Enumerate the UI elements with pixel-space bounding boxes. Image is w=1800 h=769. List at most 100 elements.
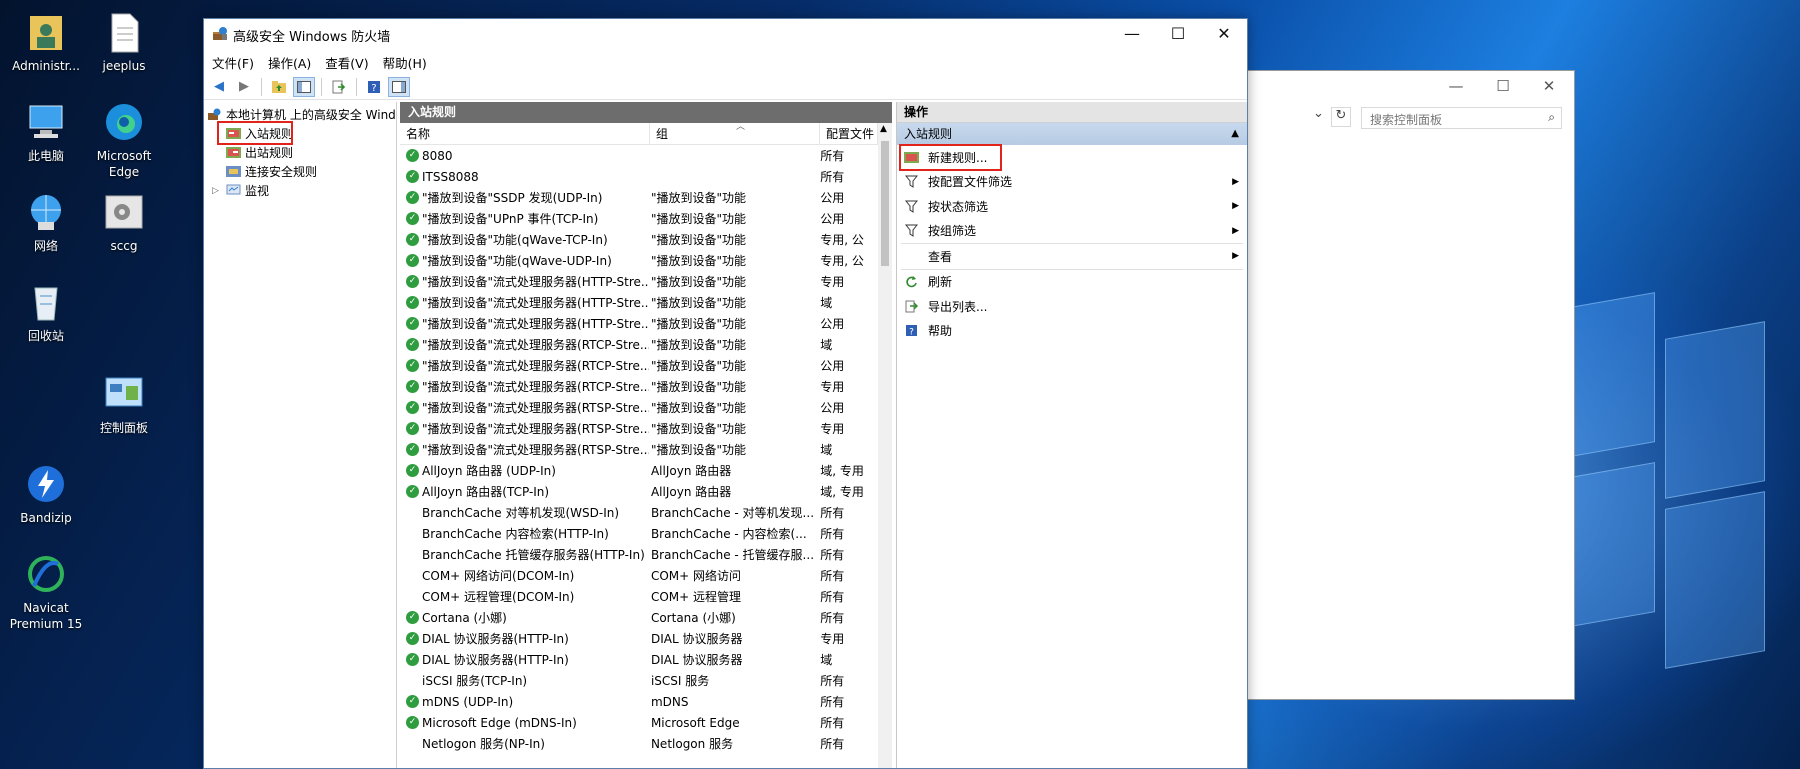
table-row[interactable]: ✓ "播放到设备"流式处理服务器(RTSP-Stre... "播放到设备"功能 公用 <box>400 397 878 418</box>
rule-profile: 域, 专用 <box>820 485 864 499</box>
chevron-down-icon[interactable]: ⌄ <box>1313 106 1324 121</box>
rule-profile: 所有 <box>820 611 845 625</box>
connection-security-icon <box>226 166 241 177</box>
column-header-profile[interactable]: 配置文件 <box>820 123 878 144</box>
table-row[interactable]: ✓ mDNS (UDP-In) mDNS 所有 <box>400 691 878 712</box>
show-hide-tree-icon[interactable] <box>293 76 315 97</box>
desktop-icon[interactable]: Administr... <box>5 10 87 74</box>
table-row[interactable]: ✓ 8080 所有 <box>400 145 878 166</box>
menu-action[interactable]: 操作(A) <box>268 53 311 72</box>
tree-item-outbound-rules[interactable]: 出站规则 <box>204 143 396 162</box>
help-icon[interactable]: ? <box>363 77 385 97</box>
table-row[interactable]: ✓ "播放到设备"流式处理服务器(RTCP-Stre... "播放到设备"功能 域 <box>400 334 878 355</box>
table-row[interactable]: ✓ "播放到设备"流式处理服务器(HTTP-Stre... "播放到设备"功能 域 <box>400 292 878 313</box>
desktop-icon[interactable]: 回收站 <box>5 280 87 344</box>
table-row[interactable]: ✓ Microsoft Edge (mDNS-In) Microsoft Edge 所… <box>400 712 878 733</box>
table-row[interactable]: ✓ "播放到设备"流式处理服务器(RTCP-Stre... "播放到设备"功能 专用 <box>400 376 878 397</box>
table-row[interactable]: ✓ AllJoyn 路由器(TCP-In) AllJoyn 路由器 域, 专用 <box>400 481 878 502</box>
firewall-window[interactable]: 高级安全 Windows 防火墙 — ☐ ✕ 文件(F) 操作(A) 查看(V)… <box>203 18 1248 769</box>
bandizip-icon <box>24 462 68 506</box>
desktop-icon[interactable]: 此电脑 <box>5 100 87 164</box>
action-item[interactable]: 按配置文件筛选 ▶ <box>897 170 1247 195</box>
action-item[interactable]: 刷新 <box>897 270 1247 295</box>
table-row[interactable]: ✓ "播放到设备"SSDP 发现(UDP-In) "播放到设备"功能 公用 <box>400 187 878 208</box>
menu-view[interactable]: 查看(V) <box>325 53 368 72</box>
up-folder-icon[interactable] <box>268 77 290 97</box>
table-row[interactable]: ✓ "播放到设备"流式处理服务器(RTCP-Stre... "播放到设备"功能 公用 <box>400 355 878 376</box>
control-panel-window[interactable]: — ☐ ✕ ⌄ ↻ 搜索控制面板 ⌕ <box>1200 70 1575 700</box>
close-icon[interactable]: ✕ <box>1529 77 1569 95</box>
scrollbar-thumb[interactable] <box>881 141 889 266</box>
show-action-pane-icon[interactable] <box>388 76 410 97</box>
maximize-icon[interactable]: ☐ <box>1483 77 1523 95</box>
action-item[interactable]: 查看 ▶ <box>897 244 1247 269</box>
actions-section-inbound-rules[interactable]: 入站规则 ▲ <box>897 123 1247 145</box>
column-header-name[interactable]: 名称 <box>400 123 650 144</box>
collapse-up-icon[interactable]: ▲ <box>1231 123 1239 145</box>
action-item[interactable]: 按组筛选 ▶ <box>897 219 1247 244</box>
table-row[interactable]: ✓ "播放到设备"流式处理服务器(HTTP-Stre... "播放到设备"功能 专用 <box>400 271 878 292</box>
table-row[interactable]: iSCSI 服务(TCP-In) iSCSI 服务 所有 <box>400 670 878 691</box>
maximize-icon[interactable]: ☐ <box>1155 19 1201 49</box>
table-row[interactable]: ✓ "播放到设备"流式处理服务器(HTTP-Stre... "播放到设备"功能 公用 <box>400 313 878 334</box>
table-row[interactable]: ✓ "播放到设备"功能(qWave-TCP-In) "播放到设备"功能 专用, 公 <box>400 229 878 250</box>
minimize-icon[interactable]: — <box>1109 19 1155 49</box>
table-row[interactable]: BranchCache 托管缓存服务器(HTTP-In) BranchCache … <box>400 544 878 565</box>
close-icon[interactable]: ✕ <box>1201 19 1247 49</box>
rule-group: BranchCache - 托管缓存服... <box>650 548 815 562</box>
export-list-icon[interactable] <box>328 77 350 97</box>
desktop-icon[interactable]: Microsoft Edge <box>83 100 165 180</box>
desktop-icon[interactable]: sccg <box>83 190 165 254</box>
tree-item-monitoring[interactable]: ▷ 监视 <box>204 181 396 200</box>
table-row[interactable]: ✓ "播放到设备"流式处理服务器(RTSP-Stre... "播放到设备"功能 域 <box>400 439 878 460</box>
control-panel-search-input[interactable]: 搜索控制面板 ⌕ <box>1361 107 1562 129</box>
table-row[interactable]: ✓ AllJoyn 路由器 (UDP-In) AllJoyn 路由器 域, 专用 <box>400 460 878 481</box>
vertical-scrollbar[interactable]: ▲ <box>878 123 892 768</box>
outbound-rules-icon <box>226 147 241 158</box>
table-row[interactable]: BranchCache 对等机发现(WSD-In) BranchCache - 对… <box>400 502 878 523</box>
toolbar: ◀ ▶ ? <box>204 74 1247 100</box>
table-row[interactable]: BranchCache 内容检索(HTTP-In) BranchCache - 内… <box>400 523 878 544</box>
column-header-group[interactable]: 组 <box>650 123 820 144</box>
table-row[interactable]: Netlogon 服务(NP-In) Netlogon 服务 所有 <box>400 733 878 754</box>
menu-help[interactable]: 帮助(H) <box>383 53 427 72</box>
recycle-bin-icon <box>24 280 68 324</box>
rule-name-cell: ✓ "播放到设备"流式处理服务器(RTSP-Stre... <box>400 441 649 458</box>
rule-name: "播放到设备"流式处理服务器(RTSP-Stre... <box>422 401 649 415</box>
table-row[interactable]: ✓ Cortana (小娜) Cortana (小娜) 所有 <box>400 607 878 628</box>
desktop-icon[interactable]: Navicat Premium 15 <box>5 552 87 632</box>
back-icon[interactable]: ◀ <box>208 77 230 97</box>
forward-icon[interactable]: ▶ <box>233 77 255 97</box>
desktop-icon[interactable]: 控制面板 <box>83 372 165 436</box>
action-item[interactable]: ? 帮助 <box>897 319 1247 344</box>
document-icon <box>102 10 146 54</box>
table-row[interactable]: ✓ ITSS8088 所有 <box>400 166 878 187</box>
action-item[interactable]: 新建规则... <box>897 144 1247 171</box>
table-row[interactable]: COM+ 远程管理(DCOM-In) COM+ 远程管理 所有 <box>400 586 878 607</box>
titlebar[interactable]: 高级安全 Windows 防火墙 — ☐ ✕ <box>204 19 1247 50</box>
table-row[interactable]: ✓ "播放到设备"UPnP 事件(TCP-In) "播放到设备"功能 公用 <box>400 208 878 229</box>
desktop-icon[interactable]: 网络 <box>5 190 87 254</box>
tree-item-inbound-rules[interactable]: 入站规则 <box>204 121 396 145</box>
refresh-icon[interactable]: ↻ <box>1331 107 1351 127</box>
table-row[interactable]: ✓ DIAL 协议服务器(HTTP-In) DIAL 协议服务器域 <box>400 649 878 670</box>
table-row[interactable]: ✓ DIAL 协议服务器(HTTP-In) DIAL 协议服务器 专用 <box>400 628 878 649</box>
rule-group: "播放到设备"功能 <box>650 317 746 331</box>
minimize-icon[interactable]: — <box>1436 77 1476 95</box>
submenu-arrow-icon: ▶ <box>1232 251 1239 262</box>
menu-file[interactable]: 文件(F) <box>212 53 254 72</box>
table-row[interactable]: ✓ "播放到设备"流式处理服务器(RTSP-Stre... "播放到设备"功能 专用 <box>400 418 878 439</box>
chevron-right-icon[interactable]: ▷ <box>212 186 226 196</box>
tree-item-connection-security-rules[interactable]: 连接安全规则 <box>204 162 396 181</box>
control-panel-titlebar[interactable]: — ☐ ✕ <box>1201 71 1574 101</box>
scroll-up-icon[interactable]: ▲ <box>880 124 887 134</box>
rule-group: iSCSI 服务 <box>650 674 710 688</box>
action-item[interactable]: 按状态筛选 ▶ <box>897 194 1247 219</box>
desktop-icon[interactable]: jeeplus <box>83 10 165 74</box>
table-row[interactable]: COM+ 网络访问(DCOM-In) COM+ 网络访问 所有 <box>400 565 878 586</box>
desktop-icon-label: 此电脑 <box>27 149 64 163</box>
desktop-icon[interactable]: Bandizip <box>5 462 87 526</box>
table-row[interactable]: ✓ "播放到设备"功能(qWave-UDP-In) "播放到设备"功能 专用, 公 <box>400 250 878 271</box>
sort-up-icon: ︿ <box>736 122 746 132</box>
action-item[interactable]: 导出列表... <box>897 294 1247 319</box>
